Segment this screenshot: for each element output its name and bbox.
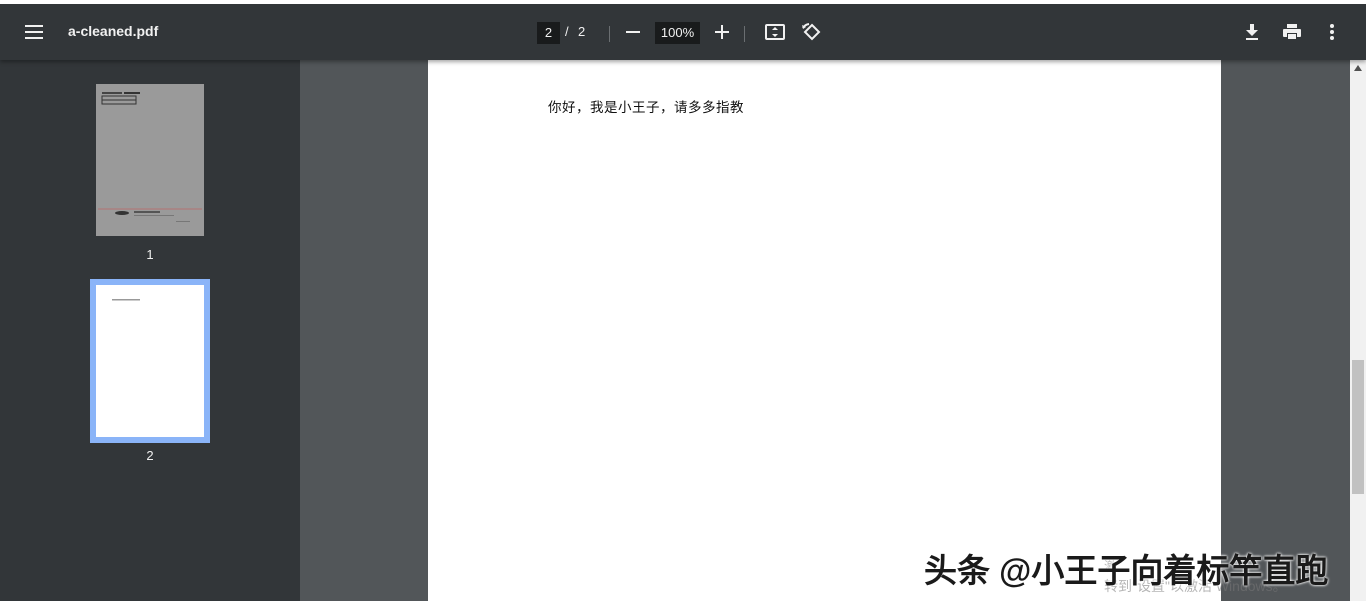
window-top-edge — [0, 0, 1366, 4]
thumbnail-preview — [96, 285, 204, 437]
minus-icon — [626, 31, 640, 33]
page-number-input[interactable]: 2 — [537, 22, 560, 44]
page-separator: / — [565, 24, 569, 39]
pdf-page: 你好，我是小王子，请多多指教 — [428, 60, 1221, 601]
download-button[interactable] — [1236, 16, 1268, 48]
thumbnail-label: 2 — [146, 448, 154, 463]
fit-to-page-icon — [765, 24, 785, 40]
scroll-up-arrow-icon[interactable] — [1350, 62, 1366, 74]
print-icon — [1283, 24, 1301, 40]
zoom-in-button[interactable] — [706, 16, 738, 48]
toolbar-divider — [609, 26, 610, 42]
zoom-out-button[interactable] — [617, 16, 649, 48]
plus-icon — [715, 25, 729, 39]
thumbnail-preview — [98, 92, 202, 222]
toolbar-divider — [744, 26, 745, 42]
page-thumbnail-1[interactable] — [96, 84, 204, 236]
scrollbar[interactable] — [1350, 60, 1366, 601]
download-icon — [1246, 24, 1258, 40]
print-button[interactable] — [1276, 16, 1308, 48]
page-text: 你好，我是小王子，请多多指教 — [548, 100, 744, 116]
more-vert-icon — [1330, 24, 1334, 40]
toolbar: a-cleaned.pdf 2 / 2 100% — [0, 4, 1366, 60]
scrollbar-thumb[interactable] — [1352, 360, 1364, 494]
page-total: 2 — [578, 24, 586, 39]
fit-to-page-button[interactable] — [759, 16, 791, 48]
zoom-input[interactable]: 100% — [655, 22, 700, 44]
thumbnail-label: 1 — [146, 247, 154, 262]
watermark-text: 头条 @小王子向着标竿直跑 — [924, 552, 1329, 589]
rotate-button[interactable] — [795, 16, 827, 48]
document-title: a-cleaned.pdf — [68, 23, 159, 39]
page-thumbnail-2-selected[interactable] — [90, 279, 210, 443]
hamburger-menu-icon[interactable] — [18, 16, 50, 48]
pdf-viewer: a-cleaned.pdf 2 / 2 100% 1 2 你好，我是小王子，请多… — [0, 0, 1366, 601]
rotate-counterclockwise-icon — [802, 23, 821, 41]
more-options-button[interactable] — [1316, 16, 1348, 48]
